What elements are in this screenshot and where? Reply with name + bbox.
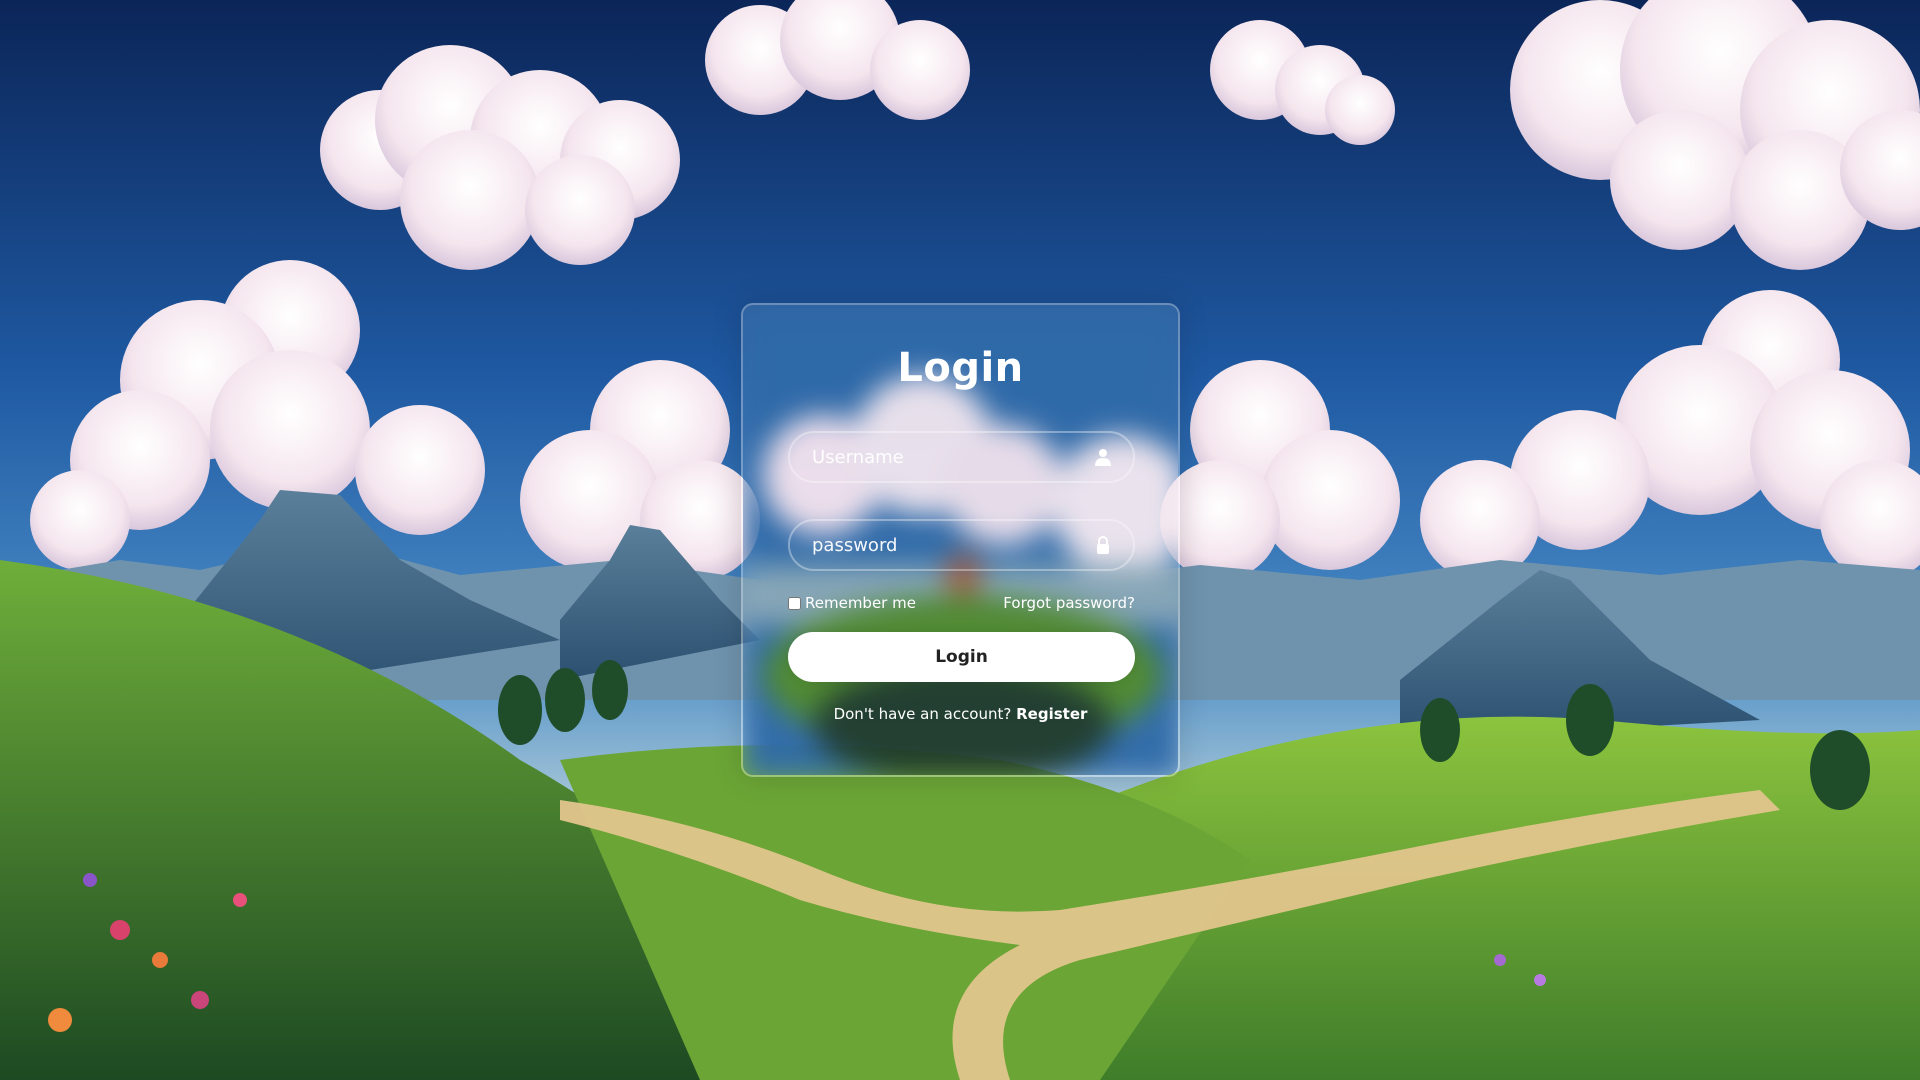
login-button[interactable]: Login xyxy=(788,632,1135,682)
login-card: Login Remember me xyxy=(741,303,1180,777)
password-field[interactable] xyxy=(788,519,1135,571)
login-form: Login Remember me xyxy=(743,305,1178,775)
username-field[interactable] xyxy=(788,431,1135,483)
register-prompt: Don't have an account? xyxy=(833,705,1017,723)
forgot-password-link[interactable]: Forgot password? xyxy=(1003,594,1135,612)
register-row: Don't have an account? Register xyxy=(743,705,1178,723)
remember-label: Remember me xyxy=(805,594,916,612)
remember-row: Remember me Forgot password? xyxy=(788,594,1135,616)
login-title: Login xyxy=(897,345,1024,391)
remember-me[interactable]: Remember me xyxy=(788,594,916,612)
remember-checkbox[interactable] xyxy=(788,596,801,610)
user-icon xyxy=(1093,447,1113,467)
username-input[interactable] xyxy=(790,433,1133,481)
register-link[interactable]: Register xyxy=(1016,705,1087,723)
password-input[interactable] xyxy=(790,521,1133,569)
lock-icon xyxy=(1093,535,1113,555)
